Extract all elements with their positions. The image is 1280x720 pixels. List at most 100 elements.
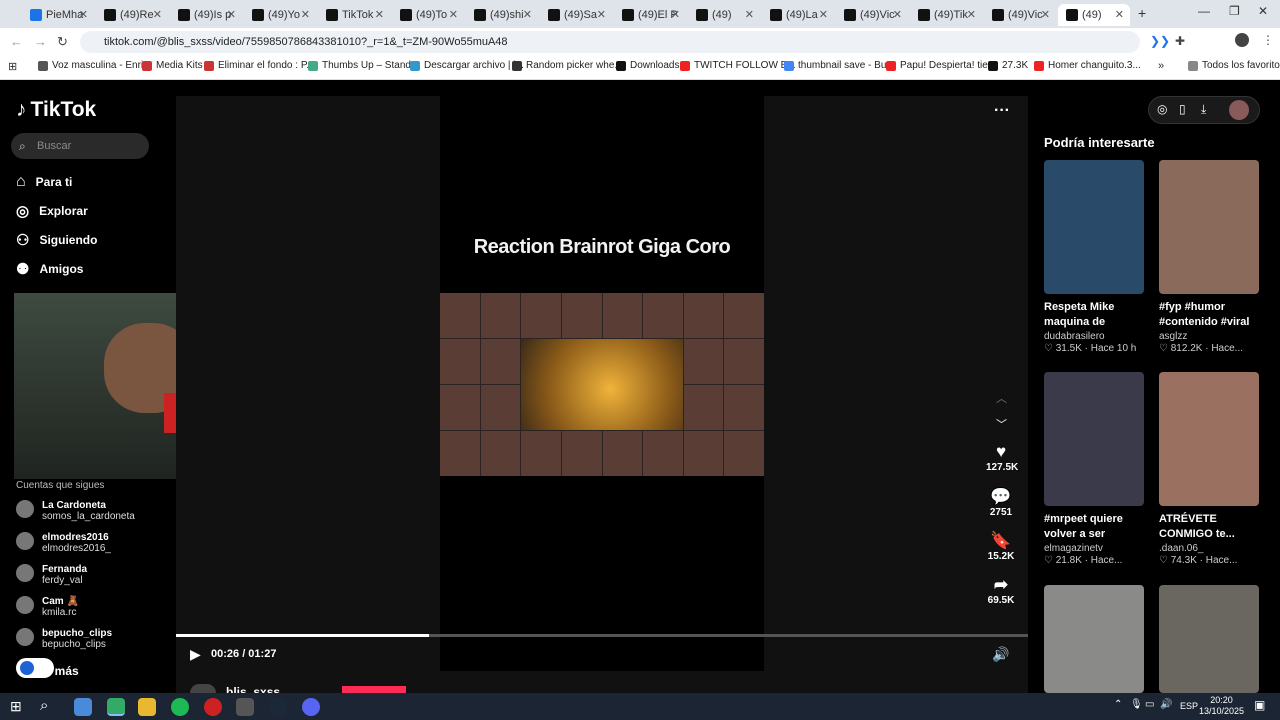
close-icon[interactable]: ✕ — [967, 8, 976, 21]
comment-button[interactable]: 💬 2751 — [986, 487, 1016, 518]
speaker-icon[interactable]: 🔊 — [1160, 699, 1172, 710]
chevron-up-icon[interactable]: ︿ — [996, 390, 1007, 406]
close-icon[interactable]: ✕ — [671, 8, 680, 21]
browser-tab[interactable]: (49)Vic ✕ — [984, 4, 1056, 26]
nav-amigos[interactable]: ⚉ Amigos — [16, 260, 83, 278]
apps-icon[interactable]: ⊞ — [8, 60, 17, 73]
reload-icon[interactable]: ↻ — [57, 34, 68, 50]
windows-start-icon[interactable]: ⊞ — [10, 698, 22, 715]
mic-icon[interactable]: 🎙 — [1130, 699, 1143, 710]
chevron-up-icon[interactable]: ⌃ — [1114, 699, 1122, 710]
followed-account[interactable]: elmodres2016 elmodres2016_ — [16, 532, 111, 554]
browser-tab-active[interactable]: (49) ✕ — [1058, 4, 1130, 26]
followed-account[interactable]: Fernanda ferdy_val — [16, 564, 87, 586]
bookmark-item[interactable]: Papu! Despierta! tie... — [886, 60, 996, 71]
close-icon[interactable]: ✕ — [745, 8, 754, 21]
browser-tab[interactable]: (49)Vic ✕ — [836, 4, 908, 26]
volume-icon[interactable]: 🔊 — [992, 646, 1009, 663]
gift-icon[interactable]: ◎ — [1157, 102, 1167, 116]
recommended-video[interactable]: #fyp #humor #contenido #viral l... asglzz… — [1159, 160, 1261, 354]
close-icon[interactable]: ✕ — [449, 8, 458, 21]
browser-tab[interactable]: (49)shi ✕ — [466, 4, 538, 26]
browser-tab[interactable]: (49)Is p ✕ — [170, 4, 242, 26]
file-explorer-icon[interactable] — [138, 698, 156, 716]
search-input[interactable]: ⌕ Buscar — [11, 133, 149, 159]
menu-icon[interactable]: ⋮ — [1262, 33, 1274, 47]
close-icon[interactable]: ✕ — [1041, 8, 1050, 21]
all-bookmarks[interactable]: Todos los favoritos — [1188, 60, 1280, 71]
spotify-icon[interactable] — [171, 698, 189, 716]
browser-tab[interactable]: PieMha ✕ — [22, 4, 94, 26]
phone-icon[interactable]: ▯ — [1179, 102, 1186, 116]
author-name[interactable]: blis_sxss — [226, 684, 280, 693]
browser-tab[interactable]: (49)To ✕ — [392, 4, 464, 26]
recommended-video[interactable]: #mrpeet quiere volver a ser directo... el… — [1044, 372, 1146, 566]
browser-tab[interactable]: (49) ✕ — [688, 4, 760, 26]
copilot-icon[interactable] — [74, 698, 92, 716]
recommended-video[interactable]: ATRÉVETE CONMIGO te... .daan.06_ ♡ 74.3K ·… — [1159, 372, 1261, 566]
bookmark-item[interactable]: Media Kits — [142, 60, 203, 71]
browser-tab[interactable]: (49)Tik ✕ — [910, 4, 982, 26]
minimize-icon[interactable]: — — [1198, 4, 1210, 18]
bookmark-item[interactable]: Downloads — [616, 60, 679, 71]
recommended-video[interactable] — [1159, 585, 1261, 693]
puzzle-icon[interactable]: ✚ — [1175, 34, 1185, 48]
nav-explorar[interactable]: ◎ Explorar — [16, 202, 88, 220]
see-more-link[interactable]: er más — [40, 664, 79, 678]
bookmark-item[interactable]: 27.3K — [988, 60, 1028, 71]
close-icon[interactable]: ✕ — [79, 8, 88, 21]
chevron-down-icon[interactable]: ﹀ — [996, 416, 1007, 432]
extension-icon[interactable]: ❯❯ — [1150, 34, 1170, 48]
browser-tab[interactable]: (49)Sa ✕ — [540, 4, 612, 26]
back-icon[interactable]: ← — [10, 34, 23, 49]
browser-tab[interactable]: TikTok ✕ — [318, 4, 390, 26]
more-options-icon[interactable]: ··· — [994, 102, 1010, 120]
user-avatar[interactable] — [1229, 100, 1249, 120]
bookmark-item[interactable]: Random picker whe... — [512, 60, 623, 71]
chevron-right-icon[interactable]: » — [1158, 60, 1164, 72]
search-icon[interactable]: ⌕ — [40, 697, 48, 714]
close-icon[interactable]: ✕ — [597, 8, 606, 21]
bookmark-item[interactable]: Homer changuito.3... — [1034, 60, 1141, 71]
video-player[interactable]: Reaction Brainrot Giga Coro ··· ︿ ﹀ ♥ 127… — [176, 96, 1028, 693]
follow-button[interactable] — [342, 686, 406, 693]
download-icon[interactable]: ⤓ — [1201, 102, 1206, 117]
close-icon[interactable]: ✕ — [227, 8, 236, 21]
forward-icon[interactable]: → — [34, 34, 47, 49]
browser-tab[interactable]: (49)El P ✕ — [614, 4, 686, 26]
steam-icon[interactable] — [269, 698, 287, 716]
chrome-icon[interactable] — [107, 698, 125, 716]
recommended-video[interactable] — [1044, 585, 1146, 693]
new-tab-icon[interactable]: + — [1138, 5, 1146, 21]
share-button[interactable]: ➦ 69.5K — [986, 575, 1016, 606]
close-icon[interactable]: ✕ — [523, 8, 532, 21]
bookmark-item[interactable]: Descargar archivo | i... — [410, 60, 524, 71]
close-icon[interactable]: ✕ — [1115, 8, 1124, 21]
browser-tab[interactable]: (49)Re ✕ — [96, 4, 168, 26]
notification-icon[interactable]: ▣ — [1254, 698, 1265, 712]
recommended-video[interactable]: Respeta Mike maquina de humo.... dudabras… — [1044, 160, 1146, 354]
close-icon[interactable]: ✕ — [375, 8, 384, 21]
bookmark-item[interactable]: Thumbs Up – Stand... — [308, 60, 419, 71]
maximize-icon[interactable]: ❐ — [1229, 4, 1240, 18]
nav-siguiendo[interactable]: ⚇ Siguiendo — [16, 231, 97, 249]
browser-tab[interactable]: (49)La ✕ — [762, 4, 834, 26]
close-icon[interactable]: ✕ — [893, 8, 902, 21]
nav-para-ti[interactable]: ⌂ Para ti — [16, 173, 72, 191]
play-icon[interactable]: ▶ — [190, 646, 201, 663]
bookmark-item[interactable]: TWITCH FOLLOW B... — [680, 60, 796, 71]
discord-icon[interactable] — [302, 698, 320, 716]
followed-account[interactable]: Cam 🧸 kmila.rc — [16, 596, 79, 618]
network-icon[interactable]: ▭ — [1145, 699, 1154, 710]
clock[interactable]: 20:20 13/10/2025 — [1199, 695, 1244, 717]
browser-tab[interactable]: (49)Yo ✕ — [244, 4, 316, 26]
tiktok-logo[interactable]: ♪ TikTok — [16, 98, 96, 122]
close-icon[interactable]: ✕ — [153, 8, 162, 21]
bookmark-item[interactable]: thumbnail save - Bu... — [784, 60, 895, 71]
author-avatar[interactable] — [190, 684, 216, 693]
bookmark-item[interactable]: Voz masculina - Enri... — [38, 60, 151, 71]
followed-account[interactable]: La Cardoneta somos_la_cardoneta — [16, 500, 135, 522]
save-button[interactable]: 🔖 15.2K — [986, 531, 1016, 562]
language-indicator[interactable]: ESP — [1180, 701, 1198, 711]
window-close-icon[interactable]: ✕ — [1258, 4, 1268, 18]
